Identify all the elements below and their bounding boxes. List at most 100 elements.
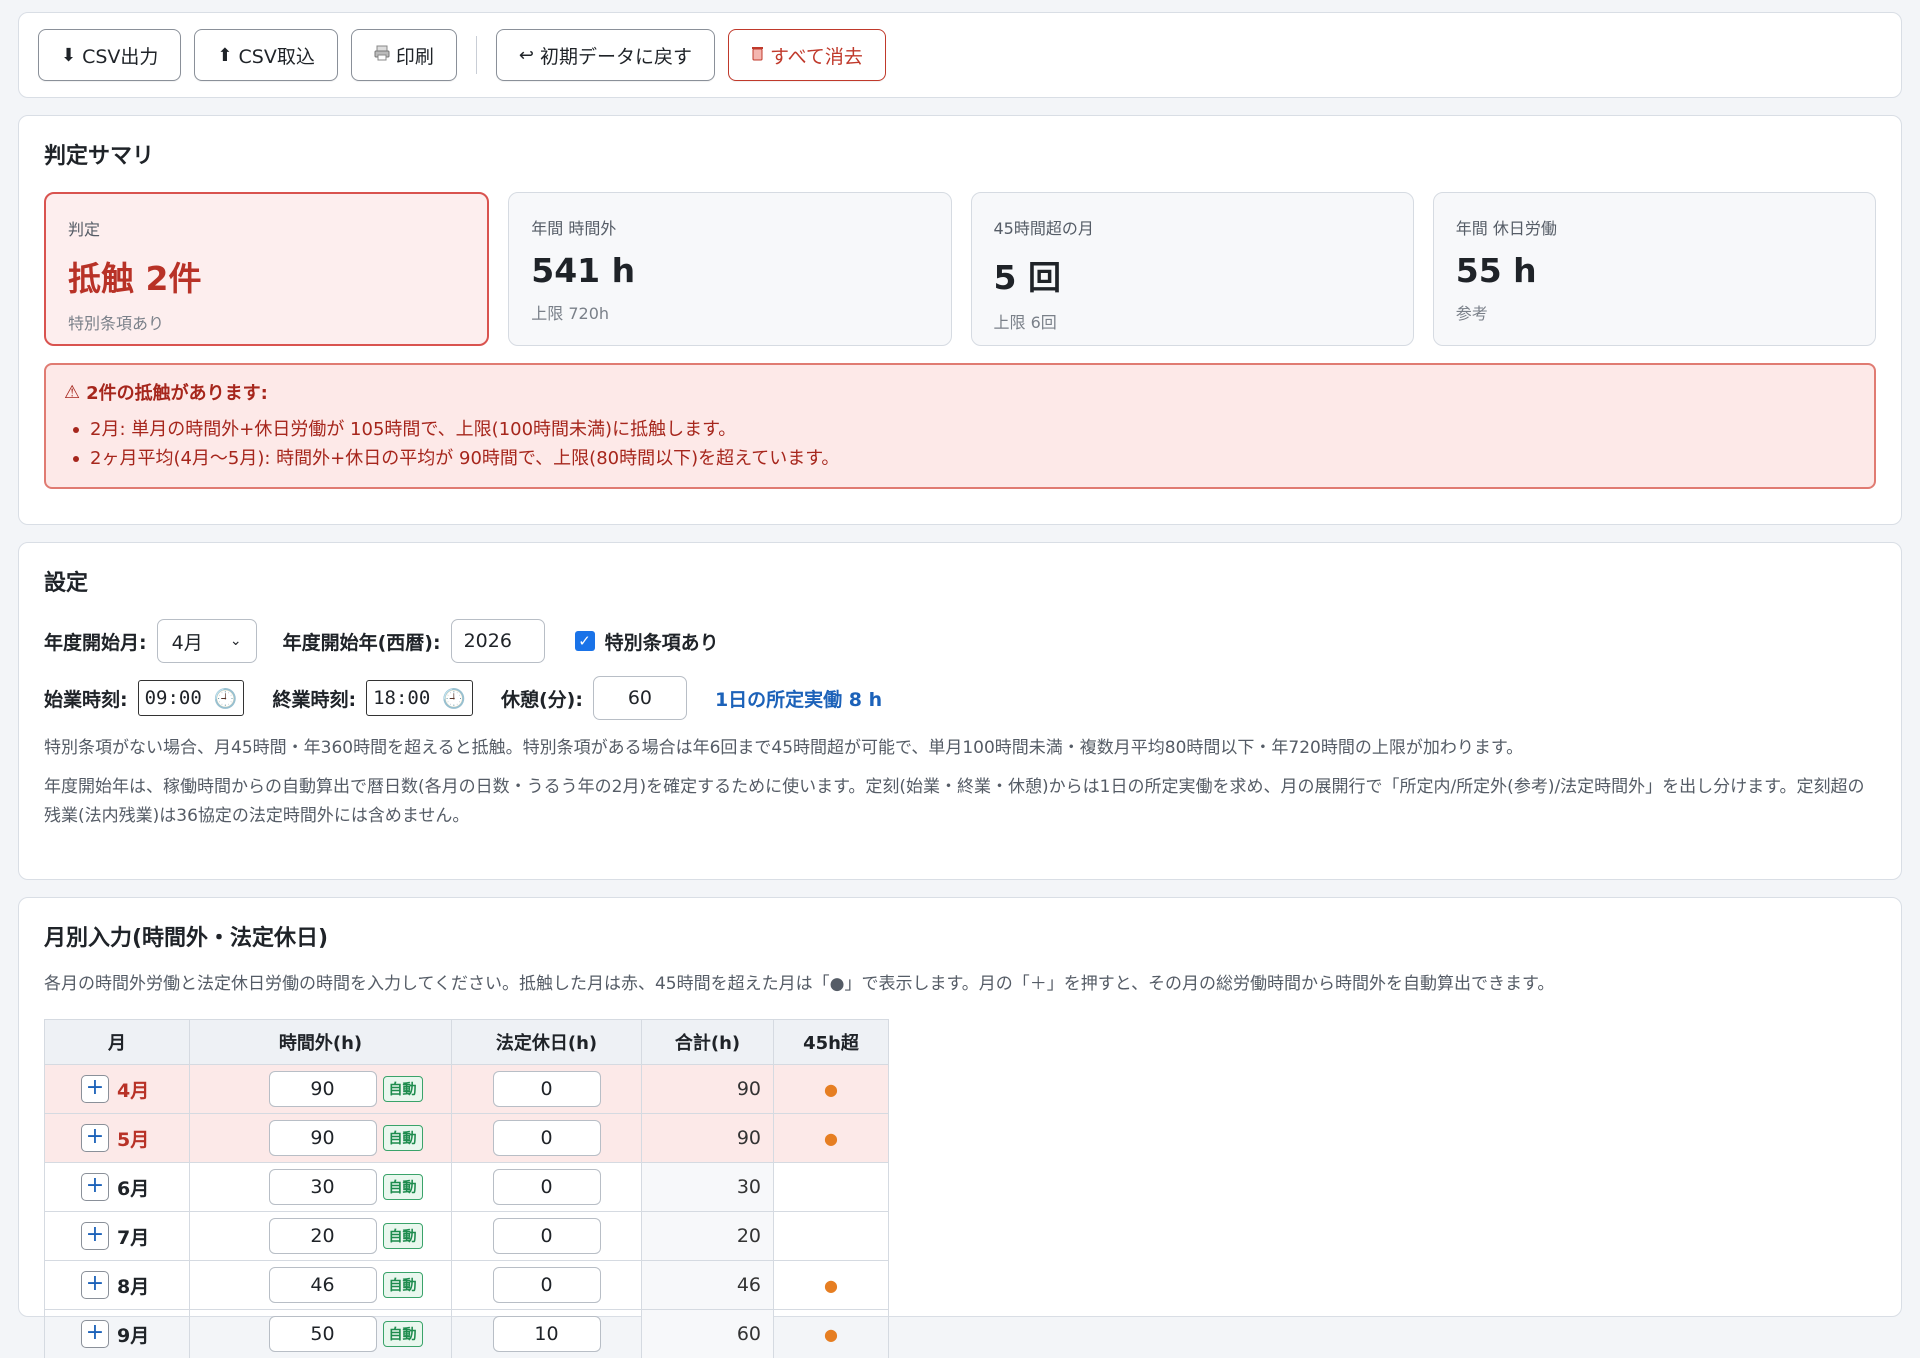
over45-cell: ● [773,1260,889,1310]
overtime-input[interactable]: 90 [268,1120,377,1156]
special-clause-note: 特別条項がない場合、月45時間・年360時間を超えると抵触。特別条項がある場合は… [44,738,1524,758]
start-time-input[interactable]: 09:00 🕘 [137,680,245,716]
month-cell: + 5月 [44,1113,190,1163]
clock-icon: 🕘 [213,687,238,710]
month-cell: + 9月 [44,1309,190,1358]
month-name: 4月 [117,1079,150,1102]
overtime-input[interactable]: 46 [268,1267,377,1303]
kpi-value: 抵触 2件 [68,259,202,298]
kpi-over45-months: 45時間超の月 5 回 上限 6回 [970,192,1414,346]
kpi-annual-overtime: 年間 時間外 541 h 上限 720h [508,192,952,346]
overtime-input[interactable]: 90 [268,1071,377,1107]
month-name: 5月 [117,1128,150,1151]
holiday-input[interactable]: 0 [492,1218,601,1254]
over45-cell [773,1162,889,1212]
holiday-input[interactable]: 0 [492,1120,601,1156]
toolbar-divider [475,36,477,74]
expand-plus-button[interactable]: + [81,1271,109,1299]
overtime-cell: 90 自動 [189,1064,452,1114]
csv-import-button[interactable]: ⬆ CSV取込 [194,29,338,81]
overtime-cell: 46 自動 [189,1260,452,1310]
expand-plus-button[interactable]: + [81,1222,109,1250]
settings-section: 設定 年度開始月: 4月 ⌄ 年度開始年(西暦): 2026 ✓ 特別条項あり … [18,542,1902,880]
monthly-section: 月別入力(時間外・法定休日) 各月の時間外労働と法定休日労働の時間を入力してくだ… [18,897,1902,1358]
month-name: 8月 [117,1275,150,1298]
end-time-input[interactable]: 18:00 🕘 [366,680,473,716]
daily-working-hours: 1日の所定実働 8 h [714,688,883,711]
kpi-row: 判定 抵触 2件 特別条項あり 年間 時間外 541 h 上限 720h 45時… [44,192,1876,346]
kpi-judgement: 判定 抵触 2件 特別条項あり [44,192,490,346]
monthly-description: 各月の時間外労働と法定休日労働の時間を入力してください。抵触した月は赤、45時間… [44,974,1555,994]
overtime-input[interactable]: 50 [268,1316,377,1352]
expand-plus-button[interactable]: + [81,1320,109,1348]
start-year-input[interactable]: 2026 [450,619,545,663]
over45-cell: ● [773,1064,889,1114]
printer-icon [374,45,390,66]
start-time-label: 始業時刻: [44,688,128,711]
over45-cell: ● [773,1113,889,1163]
auto-badge[interactable]: 自動 [382,1223,423,1249]
month-cell: + 4月 [44,1064,190,1114]
holiday-cell: 0 [451,1260,642,1310]
expand-plus-button[interactable]: + [81,1075,109,1103]
print-button[interactable]: 印刷 [350,29,457,81]
holiday-cell: 0 [451,1211,642,1261]
summary-section: 判定サマリ 判定 抵触 2件 特別条項あり 年間 時間外 541 h 上限 72… [18,115,1902,525]
monthly-title: 月別入力(時間外・法定休日) [44,926,329,951]
settings-row-1: 年度開始月: 4月 ⌄ 年度開始年(西暦): 2026 ✓ 特別条項あり [44,619,1876,663]
kpi-sub: 上限 6回 [993,313,1057,332]
expand-plus-button[interactable]: + [81,1173,109,1201]
overtime-cell: 20 自動 [189,1211,452,1261]
kpi-sub: 特別条項あり [68,314,165,333]
total-cell: 90 [641,1113,774,1163]
clear-all-button[interactable]: すべて消去 [727,29,886,81]
settings-title: 設定 [44,571,89,596]
reset-button[interactable]: ↩ 初期データに戻す [495,29,715,81]
table-row: + 5月 90 自動 0 90 ● [44,1113,889,1163]
table-row: + 8月 46 自動 0 46 ● [44,1260,889,1310]
warning-icon: ⚠ [64,381,81,403]
over45-cell: ● [773,1309,889,1358]
alert-item: 2ヶ月平均(4月〜5月): 時間外+休日の平均が 90時間で、上限(80時間以下… [64,444,1856,473]
start-month-select[interactable]: 4月 ⌄ [156,619,257,663]
kpi-label: 判定 [68,220,101,239]
table-row: + 6月 30 自動 0 30 [44,1162,889,1212]
table-row: + 9月 50 自動 10 60 ● [44,1309,889,1358]
clock-icon: 🕘 [442,687,466,710]
month-cell: + 7月 [44,1211,190,1261]
overtime-input[interactable]: 30 [268,1169,377,1205]
col-total: 合計(h) [641,1019,774,1065]
csv-export-button[interactable]: ⬇ CSV出力 [38,29,182,81]
violation-alert: ⚠ 2件の抵触があります: 2月: 単月の時間外+休日労働が 105時間で、上限… [44,363,1876,489]
month-name: 9月 [117,1324,150,1347]
col-month: 月 [44,1019,190,1065]
end-time-label: 終業時刻: [272,688,357,711]
col-holiday: 法定休日(h) [451,1019,642,1065]
kpi-value: 5 回 [993,258,1061,297]
total-cell: 60 [641,1309,774,1358]
holiday-input[interactable]: 10 [492,1316,601,1352]
kpi-value: 55 h [1455,251,1537,290]
break-input[interactable]: 60 [592,676,687,720]
settings-row-2: 始業時刻: 09:00 🕘 終業時刻: 18:00 🕘 休憩(分): 60 1日… [44,676,1876,720]
expand-plus-button[interactable]: + [81,1124,109,1152]
auto-badge[interactable]: 自動 [382,1174,423,1200]
toolbar: ⬇ CSV出力 ⬆ CSV取込 印刷 ↩ 初期データに戻す すべて消去 [18,12,1902,98]
overtime-cell: 50 自動 [189,1309,452,1358]
upload-arrow-icon: ⬆ [217,44,233,66]
auto-badge[interactable]: 自動 [382,1321,423,1347]
holiday-input[interactable]: 0 [492,1267,601,1303]
holiday-cell: 10 [451,1309,642,1358]
special-clause-checkbox[interactable]: ✓ [574,631,595,651]
table-row: + 4月 90 自動 0 90 ● [44,1064,889,1114]
auto-badge[interactable]: 自動 [382,1272,423,1298]
month-cell: + 6月 [44,1162,190,1212]
kpi-sub: 参考 [1455,304,1488,323]
auto-badge[interactable]: 自動 [382,1125,423,1151]
over45-cell [773,1211,889,1261]
col-overtime: 時間外(h) [189,1019,452,1065]
auto-badge[interactable]: 自動 [382,1076,423,1102]
overtime-input[interactable]: 20 [268,1218,377,1254]
holiday-input[interactable]: 0 [492,1169,601,1205]
holiday-input[interactable]: 0 [492,1071,601,1107]
